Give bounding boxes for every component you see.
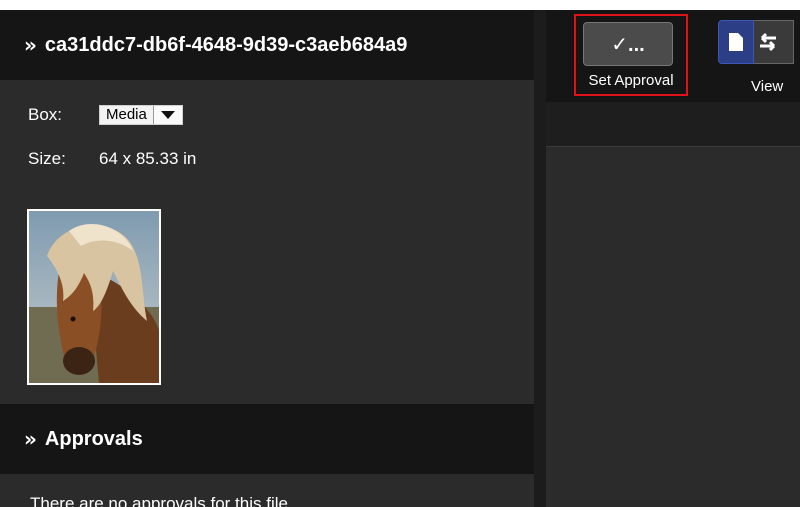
file-details-panel: » ca31ddc7-db6f-4648-9d39-c3aeb684a9 Box…	[0, 10, 534, 507]
size-row: Size: 64 x 85.33 in	[28, 146, 196, 172]
horse-image	[29, 211, 159, 383]
swap-arrows-icon	[760, 32, 776, 52]
size-value: 64 x 85.33 in	[99, 149, 197, 168]
box-row: Box: Media	[28, 102, 196, 128]
view-page-button[interactable]	[718, 20, 754, 64]
viewer-subbar	[546, 102, 800, 147]
approvals-title: Approvals	[44, 427, 143, 450]
box-label: Box:	[28, 105, 63, 124]
box-select-value: Media	[106, 106, 147, 123]
file-info: Box: Media Size: 64 x 85.33 in	[28, 102, 196, 172]
file-title: ca31ddc7-db6f-4648-9d39-c3aeb684a9	[44, 33, 408, 56]
set-approval-label: Set Approval	[588, 72, 674, 89]
viewer-toolbar: ✓... Set Approval View	[546, 10, 800, 102]
file-thumbnail[interactable]	[27, 209, 161, 385]
view-label: View	[751, 78, 784, 95]
view-button-group	[718, 20, 794, 64]
viewer-panel: ✓... Set Approval View	[546, 10, 800, 507]
file-header[interactable]: » ca31ddc7-db6f-4648-9d39-c3aeb684a9	[0, 10, 534, 80]
set-approval-button[interactable]: ✓...	[583, 22, 673, 66]
set-approval-highlight: ✓... Set Approval	[574, 14, 688, 96]
view-swap-button[interactable]	[754, 20, 794, 64]
panel-divider[interactable]	[534, 10, 546, 507]
page-icon	[729, 33, 743, 51]
approvals-header[interactable]: » Approvals	[0, 404, 534, 474]
chevron-down-icon[interactable]	[152, 106, 182, 124]
approvals-empty-message: There are no approvals for this file	[30, 494, 288, 507]
checkmark-ellipsis-icon: ✓...	[611, 33, 645, 56]
double-chevron-right-icon[interactable]: »	[24, 33, 37, 57]
double-chevron-right-icon[interactable]: »	[24, 427, 37, 451]
box-select[interactable]: Media	[99, 105, 183, 125]
size-label: Size:	[28, 149, 66, 168]
